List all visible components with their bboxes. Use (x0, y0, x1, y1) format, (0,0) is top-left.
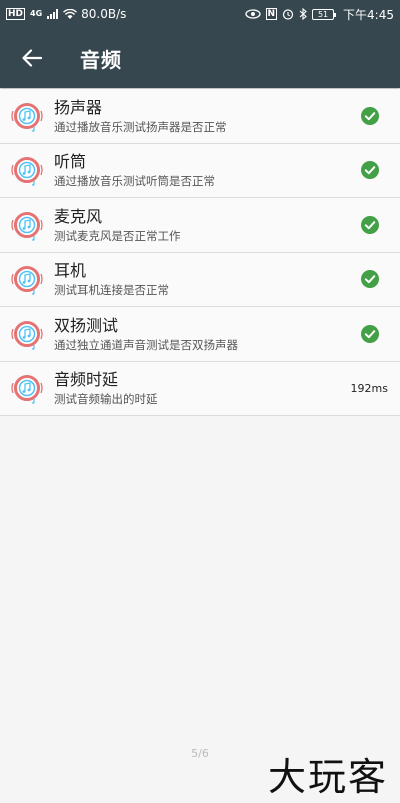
network-speed: 80.0B/s (81, 7, 127, 21)
list-item-microphone[interactable]: 麦克风 测试麦克风是否正常工作 (0, 198, 400, 253)
check-circle-icon (361, 161, 379, 180)
list-item-speaker[interactable]: 扬声器 通过播放音乐测试扬声器是否正常 (0, 89, 400, 144)
item-title: 音频时延 (54, 370, 119, 390)
audio-test-list: 扬声器 通过播放音乐测试扬声器是否正常 听筒 通过播放音乐测试听筒是否正常 麦克… (0, 89, 400, 416)
clock: 下午4:45 (343, 7, 394, 22)
item-subtitle: 测试耳机连接是否正常 (54, 283, 169, 298)
item-title: 双扬测试 (54, 315, 119, 335)
check-circle-icon (361, 106, 379, 125)
list-item-audio-latency[interactable]: 音频时延 测试音频输出的时延 192ms (0, 361, 400, 416)
item-title: 麦克风 (54, 206, 103, 226)
list-item-receiver[interactable]: 听筒 通过播放音乐测试听筒是否正常 (0, 143, 400, 198)
bluetooth-icon (299, 8, 307, 20)
hd-icon: HD (6, 8, 26, 20)
item-title: 耳机 (54, 261, 87, 281)
page-title: 音频 (80, 47, 122, 72)
watermark: 大玩客 (267, 755, 388, 799)
audio-icon (0, 143, 54, 197)
audio-icon (0, 361, 54, 415)
check-circle-icon (361, 324, 379, 343)
list-item-dual-speaker[interactable]: 双扬测试 通过独立通道声音测试是否双扬声器 (0, 307, 400, 362)
wifi-icon (63, 8, 78, 19)
network-type-icon: 4G (30, 9, 43, 18)
item-subtitle: 测试音频输出的时延 (54, 392, 158, 407)
item-subtitle: 通过播放音乐测试听筒是否正常 (54, 174, 215, 189)
item-subtitle: 通过独立通道声音测试是否双扬声器 (54, 337, 238, 352)
list-item-headset[interactable]: 耳机 测试耳机连接是否正常 (0, 252, 400, 307)
status-bar: HD 4G 80.0B/s N 51 下午4:45 (0, 0, 400, 28)
item-subtitle: 通过播放音乐测试扬声器是否正常 (54, 119, 227, 134)
audio-icon (0, 89, 54, 143)
latency-value: 192ms (350, 381, 388, 395)
alarm-icon (282, 9, 294, 20)
eye-icon (244, 9, 261, 19)
audio-icon (0, 307, 54, 361)
audio-icon (0, 252, 54, 306)
item-title: 听筒 (54, 152, 87, 172)
back-button[interactable] (2, 28, 62, 88)
arrow-back-icon (22, 49, 42, 67)
nfc-icon: N (265, 8, 278, 20)
check-circle-icon (361, 270, 379, 289)
check-circle-icon (361, 215, 379, 234)
battery-icon: 51 (312, 8, 337, 20)
item-subtitle: 测试麦克风是否正常工作 (54, 228, 181, 243)
signal-icon (47, 9, 59, 19)
app-bar: 音频 (0, 28, 400, 88)
item-title: 扬声器 (54, 97, 103, 117)
audio-icon (0, 198, 54, 252)
